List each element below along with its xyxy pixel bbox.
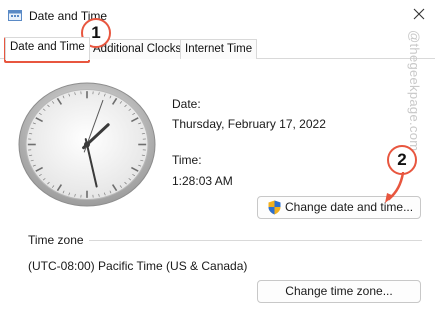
step-2-badge: 2 — [387, 145, 417, 175]
title-bar: Date and Time — [0, 0, 435, 32]
time-value: 1:28:03 AM — [172, 174, 233, 188]
close-icon — [413, 8, 425, 20]
change-time-zone-button[interactable]: Change time zone... — [257, 280, 421, 303]
tab-strip: Date and Time Additional Clocks Internet… — [0, 37, 435, 60]
annotation-arrow-icon — [385, 172, 405, 203]
time-zone-divider — [89, 240, 422, 241]
watermark-text: @thegeekpage.com — [407, 30, 422, 152]
uac-shield-icon — [268, 200, 281, 215]
date-value: Thursday, February 17, 2022 — [172, 117, 326, 131]
tab-internet-time[interactable]: Internet Time — [180, 39, 258, 59]
analog-clock — [18, 82, 156, 207]
clock-center — [84, 141, 90, 148]
date-time-app-icon — [8, 10, 22, 21]
time-zone-value: (UTC-08:00) Pacific Time (US & Canada) — [28, 259, 248, 273]
close-button[interactable] — [404, 0, 435, 30]
date-label: Date: — [172, 97, 201, 111]
time-label: Time: — [172, 153, 202, 167]
time-zone-heading: Time zone — [28, 233, 84, 247]
tab-date-and-time[interactable]: Date and Time — [5, 37, 90, 60]
